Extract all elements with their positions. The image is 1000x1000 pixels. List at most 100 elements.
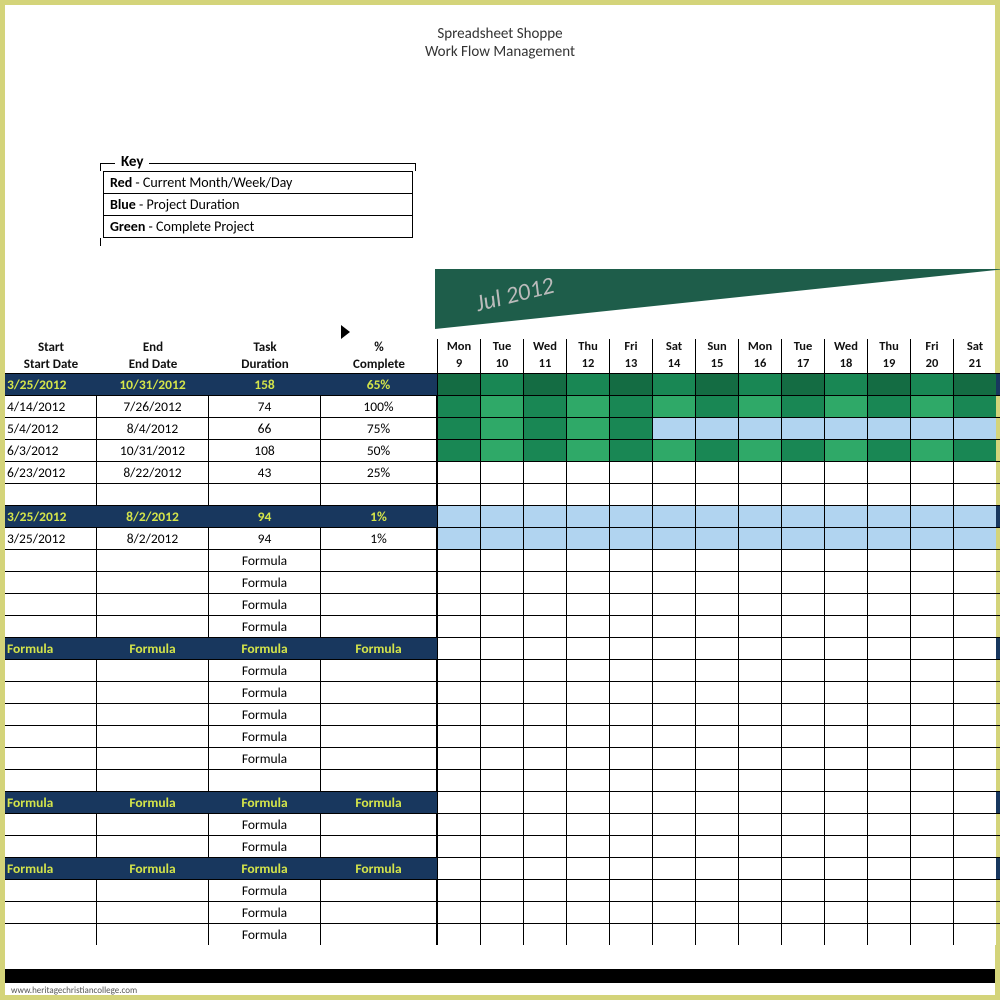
gantt-cell[interactable]: [652, 396, 695, 417]
cell-start[interactable]: 3/25/2012: [5, 374, 97, 395]
gantt-cell[interactable]: [566, 506, 609, 527]
gantt-cell[interactable]: [867, 374, 910, 395]
cell-dur[interactable]: Formula: [209, 616, 321, 637]
blank-row[interactable]: [5, 769, 1000, 791]
gantt-cell[interactable]: [695, 704, 738, 725]
gantt-cell[interactable]: [781, 704, 824, 725]
gantt-cell[interactable]: [781, 638, 824, 659]
gantt-cell[interactable]: [867, 660, 910, 681]
data-row[interactable]: 4/14/20127/26/201274100%: [5, 395, 1000, 417]
gantt-cell[interactable]: [609, 616, 652, 637]
gantt-cell[interactable]: [695, 682, 738, 703]
gantt-cell[interactable]: [953, 506, 996, 527]
gantt-cell[interactable]: [695, 858, 738, 879]
summary-row[interactable]: FormulaFormulaFormulaFormula: [5, 791, 1000, 813]
cell-dur[interactable]: Formula: [209, 924, 321, 945]
data-row[interactable]: 6/23/20128/22/20124325%: [5, 461, 1000, 483]
gantt-cell[interactable]: [953, 396, 996, 417]
gantt-cell[interactable]: [910, 902, 953, 923]
gantt-cell[interactable]: [953, 572, 996, 593]
gantt-cell[interactable]: [910, 616, 953, 637]
gantt-cell[interactable]: [652, 616, 695, 637]
gantt-cell[interactable]: [652, 594, 695, 615]
gantt-cell[interactable]: [609, 462, 652, 483]
cell-pct[interactable]: [321, 660, 437, 681]
gantt-cell[interactable]: [609, 748, 652, 769]
gantt-cell[interactable]: [953, 374, 996, 395]
gantt-cell[interactable]: [437, 550, 480, 571]
gantt-cell[interactable]: [738, 440, 781, 461]
gantt-cell[interactable]: [695, 594, 738, 615]
gantt-cell[interactable]: [738, 792, 781, 813]
cell-start[interactable]: Formula: [5, 792, 97, 813]
gantt-cell[interactable]: [867, 506, 910, 527]
gantt-cell[interactable]: [609, 880, 652, 901]
data-row[interactable]: 5/4/20128/4/20126675%: [5, 417, 1000, 439]
gantt-cell[interactable]: [437, 902, 480, 923]
gantt-cell[interactable]: [953, 682, 996, 703]
gantt-cell[interactable]: [437, 880, 480, 901]
cell-pct[interactable]: Formula: [321, 638, 437, 659]
gantt-cell[interactable]: [781, 484, 824, 505]
cell-pct[interactable]: [321, 770, 437, 791]
gantt-cell[interactable]: [566, 462, 609, 483]
cell-dur[interactable]: 94: [209, 506, 321, 527]
blank-row[interactable]: [5, 483, 1000, 505]
gantt-cell[interactable]: [652, 528, 695, 549]
gantt-cell[interactable]: [738, 880, 781, 901]
gantt-cell[interactable]: [437, 374, 480, 395]
gantt-cell[interactable]: [910, 726, 953, 747]
cell-end[interactable]: [97, 550, 209, 571]
cell-start[interactable]: [5, 836, 97, 857]
gantt-cell[interactable]: [480, 704, 523, 725]
gantt-cell[interactable]: [910, 638, 953, 659]
cell-pct[interactable]: [321, 880, 437, 901]
cell-dur[interactable]: [209, 770, 321, 791]
gantt-cell[interactable]: [953, 836, 996, 857]
gantt-cell[interactable]: [437, 572, 480, 593]
gantt-cell[interactable]: [695, 396, 738, 417]
cell-dur[interactable]: Formula: [209, 748, 321, 769]
gantt-cell[interactable]: [781, 880, 824, 901]
gantt-cell[interactable]: [480, 440, 523, 461]
gantt-cell[interactable]: [910, 572, 953, 593]
gantt-cell[interactable]: [953, 528, 996, 549]
gantt-cell[interactable]: [652, 440, 695, 461]
cell-dur[interactable]: Formula: [209, 836, 321, 857]
gantt-cell[interactable]: [953, 616, 996, 637]
gantt-cell[interactable]: [523, 638, 566, 659]
cell-start[interactable]: 6/23/2012: [5, 462, 97, 483]
data-row[interactable]: Formula: [5, 615, 1000, 637]
gantt-cell[interactable]: [867, 902, 910, 923]
gantt-cell[interactable]: [738, 770, 781, 791]
gantt-cell[interactable]: [824, 638, 867, 659]
cell-start[interactable]: [5, 814, 97, 835]
cell-end[interactable]: Formula: [97, 792, 209, 813]
gantt-cell[interactable]: [566, 418, 609, 439]
gantt-cell[interactable]: [824, 858, 867, 879]
gantt-cell[interactable]: [781, 858, 824, 879]
gantt-cell[interactable]: [437, 396, 480, 417]
data-row[interactable]: Formula: [5, 593, 1000, 615]
cell-end[interactable]: [97, 726, 209, 747]
gantt-cell[interactable]: [652, 506, 695, 527]
gantt-cell[interactable]: [824, 792, 867, 813]
gantt-cell[interactable]: [910, 682, 953, 703]
cell-start[interactable]: [5, 770, 97, 791]
gantt-cell[interactable]: [695, 660, 738, 681]
gantt-cell[interactable]: [609, 572, 652, 593]
gantt-cell[interactable]: [437, 616, 480, 637]
gantt-cell[interactable]: [652, 462, 695, 483]
gantt-cell[interactable]: [652, 418, 695, 439]
gantt-cell[interactable]: [652, 484, 695, 505]
gantt-cell[interactable]: [738, 924, 781, 945]
gantt-cell[interactable]: [437, 704, 480, 725]
gantt-cell[interactable]: [910, 462, 953, 483]
gantt-cell[interactable]: [609, 374, 652, 395]
cell-start[interactable]: [5, 616, 97, 637]
cell-end[interactable]: Formula: [97, 858, 209, 879]
cell-start[interactable]: [5, 484, 97, 505]
cell-dur[interactable]: Formula: [209, 902, 321, 923]
gantt-cell[interactable]: [652, 704, 695, 725]
gantt-cell[interactable]: [910, 594, 953, 615]
